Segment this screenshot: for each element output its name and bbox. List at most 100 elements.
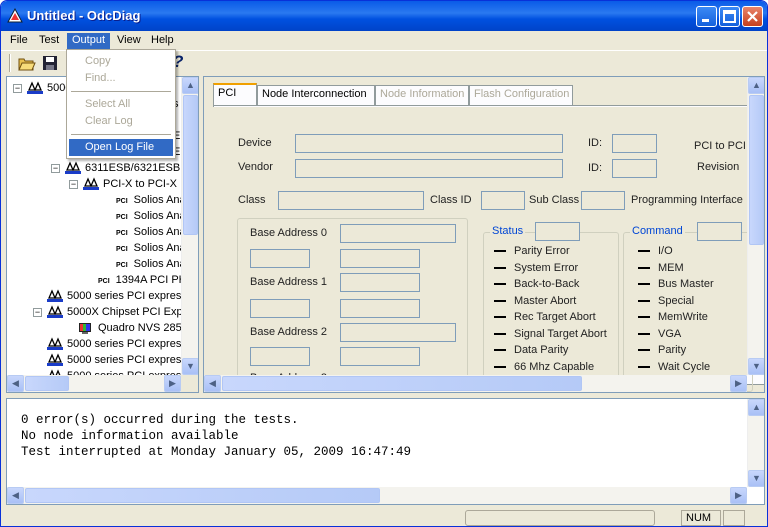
scroll-up-icon[interactable]: ▲ [182,77,198,94]
detail-vscroll-thumb[interactable] [749,95,764,245]
tree-item[interactable]: Quadro NVS 285 [65,320,182,336]
tree-hscroll[interactable]: ◀ ▶ [7,375,181,392]
tree-item[interactable]: − PCI-X to PCI-X [69,176,177,192]
tree-item[interactable]: PCI Solios Anal [103,224,188,240]
tree-vscroll-thumb[interactable] [183,95,198,235]
tree-item[interactable]: PCI 1394A PCI PHY [85,272,194,288]
tree-item[interactable]: PCI Solios Anal [103,256,188,272]
collapse-icon[interactable]: − [33,307,42,317]
tree-hscroll-thumb[interactable] [25,376,69,391]
tree-item[interactable]: PCI Solios Anal [103,240,188,256]
command-field [697,222,742,241]
command-item-label: Parity [658,344,687,356]
tab-node-interconnection[interactable]: Node Interconnection [257,85,375,105]
tab-flash-configuration[interactable]: Flash Configuration [469,85,573,105]
scroll-left-icon[interactable]: ◀ [204,375,221,392]
menu-item-copy[interactable]: Copy [69,53,173,70]
tree-item[interactable]: 5000 series PCI expres [33,336,181,352]
base-address-2-extra [340,347,420,366]
log-hscroll-thumb[interactable] [25,488,380,503]
device-field [295,134,563,153]
menu-item-open-log-file[interactable]: Open Log File [69,139,173,156]
scroll-up-icon[interactable]: ▲ [748,77,764,94]
vendor-id-label: ID: [588,162,603,174]
base-address-0-extra [340,249,420,268]
menu-item-select-all[interactable]: Select All [69,96,173,113]
flag-indicator [494,250,506,253]
command-item: VGA [638,328,681,340]
base-address-0-label: Base Address 0 [250,227,328,239]
status-item-label: Data Parity [514,344,569,356]
collapse-icon[interactable]: − [69,179,78,189]
tree-item[interactable]: PCI Solios Anal [103,192,188,208]
detail-hscroll[interactable]: ◀ ▶ [204,375,747,392]
menu-item-find[interactable]: Find... [69,70,173,87]
scroll-up-icon[interactable]: ▲ [748,399,764,416]
flag-indicator [638,299,650,302]
menu-test[interactable]: Test [34,33,64,49]
pci-device-icon: PCI [116,246,128,253]
command-item-label: Wait Cycle [658,360,711,373]
flag-indicator [494,365,506,368]
tree-item-label: 6311ESB/6321ESB I [85,162,187,174]
scroll-left-icon[interactable]: ◀ [7,487,24,504]
menu-file[interactable]: File [5,33,33,49]
command-item-label: MemWrite [658,311,708,323]
menu-output[interactable]: Output [67,33,111,49]
device-id-label: ID: [588,137,603,149]
tree-item[interactable]: − 5000X Chipset PCI Expr [33,304,186,320]
pci-device-icon: PCI [116,230,128,237]
scroll-down-icon[interactable]: ▼ [748,358,764,375]
tree-item[interactable]: PCI Solios Anal [103,208,188,224]
tree-item[interactable]: 5000 series PCI expres [33,288,181,304]
tree-item-label: Solios Anal [133,194,189,206]
pci-to-pci-label: PCI to PCI [694,140,746,152]
tab-pci[interactable]: PCI [213,83,257,105]
maximize-button[interactable] [719,6,740,27]
menu-help[interactable]: Help [146,33,179,49]
tree-item[interactable]: − 6311ESB/6321ESB I [51,160,186,176]
class-label: Class [238,194,266,206]
log-vscroll[interactable]: ▲ ▼ [747,399,764,487]
log-line: 0 error(s) occurred during the tests. [21,413,299,427]
tree-item[interactable]: −5000 [13,80,71,96]
log-pane[interactable]: 0 error(s) occurred during the tests. No … [6,398,765,505]
tree-item-label: 5000 series PCI expres [67,290,182,302]
scroll-left-icon[interactable]: ◀ [7,375,24,392]
open-icon[interactable] [18,54,36,72]
status-item: Signal Target Abort [494,328,607,340]
tree-item-label: Quadro NVS 285 [98,322,182,334]
revision-label: Revision [697,161,740,173]
tree-item[interactable]: 5000 series PCI expres [33,352,181,368]
scroll-down-icon[interactable]: ▼ [748,470,764,487]
close-button[interactable] [742,6,763,27]
detail-hscroll-thumb[interactable] [222,376,582,391]
command-item-label: MEM [658,261,684,274]
log-hscroll[interactable]: ◀ ▶ [7,487,747,504]
collapse-icon[interactable]: − [13,83,22,93]
detail-vscroll[interactable]: ▲ ▼ [747,77,764,375]
status-panel-empty [723,510,745,526]
minimize-button[interactable] [696,6,717,27]
tab-node-information[interactable]: Node Information [375,85,469,105]
tree-vscroll[interactable]: ▲ ▼ [181,77,198,375]
command-item: MemWrite [638,311,708,323]
flag-indicator [638,365,650,368]
collapse-icon[interactable]: − [51,163,60,173]
scroll-down-icon[interactable]: ▼ [182,358,198,375]
save-icon[interactable] [41,54,59,72]
command-item: I/O [638,245,673,257]
base-address-1-field [340,273,420,292]
progress-bar [465,510,655,526]
base-address-0-field [340,224,456,243]
title-bar[interactable]: Untitled - OdcDiag [1,1,767,31]
menu-item-clear-log[interactable]: Clear Log [69,113,173,130]
flag-indicator [638,316,650,319]
menu-bar: File Test Output View Help [1,31,767,49]
scroll-right-icon[interactable]: ▶ [164,375,181,392]
scroll-right-icon[interactable]: ▶ [730,487,747,504]
scroll-right-icon[interactable]: ▶ [730,375,747,392]
pci-device-icon: PCI [116,262,128,269]
command-item: Wait Cycle [638,361,710,373]
menu-view[interactable]: View [112,33,146,49]
